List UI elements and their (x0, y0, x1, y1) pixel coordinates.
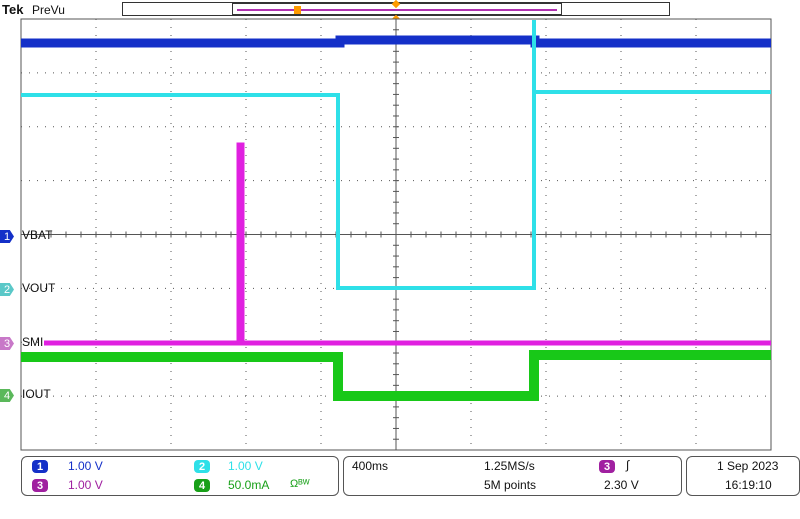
waveform-display[interactable] (0, 0, 800, 519)
ch3-badge[interactable]: 3 (32, 479, 48, 492)
trigger-source-badge[interactable]: 3 (599, 460, 615, 473)
ch4-bandwidth-icon: Ωᴮᵂ (290, 478, 310, 490)
ch2-ground-marker[interactable]: 2 (0, 282, 14, 297)
trigger-level: 2.30 V (604, 478, 639, 492)
ch4-badge[interactable]: 4 (194, 479, 210, 492)
record-length: 5M points (484, 478, 537, 492)
datetime-panel: 1 Sep 2023 16:19:10 (686, 456, 800, 496)
sample-rate: 1.25MS/s (484, 459, 535, 473)
ch1-badge[interactable]: 1 (32, 460, 48, 473)
time-display: 16:19:10 (725, 478, 772, 492)
ch3-ground-marker[interactable]: 3 (0, 336, 14, 351)
ch4-scale: 50.0mA (228, 478, 270, 492)
ch4-ground-marker[interactable]: 4 (0, 388, 14, 403)
ch1-label: VBAT (22, 228, 53, 242)
date-display: 1 Sep 2023 (717, 459, 779, 473)
horizontal-trigger-panel[interactable]: 400ms 1.25MS/s 5M points 3 ∫ 2.30 V (343, 456, 682, 496)
ch3-label: SMI (22, 335, 44, 349)
ch2-label: VOUT (22, 281, 56, 295)
ch2-scale: 1.00 V (228, 459, 263, 473)
ch2-badge[interactable]: 2 (194, 460, 210, 473)
ch1-scale: 1.00 V (68, 459, 103, 473)
ch1-ground-marker[interactable]: 1 (0, 229, 14, 244)
trigger-slope-icon: ∫ (626, 458, 630, 472)
timebase-value: 400ms (352, 459, 389, 473)
ch3-scale: 1.00 V (68, 478, 103, 492)
ch1-trace (21, 35, 771, 48)
ch4-label: IOUT (22, 387, 51, 401)
vertical-settings-panel[interactable]: 1 1.00 V 2 1.00 V 3 1.00 V 4 50.0mA Ωᴮᵂ (21, 456, 339, 496)
